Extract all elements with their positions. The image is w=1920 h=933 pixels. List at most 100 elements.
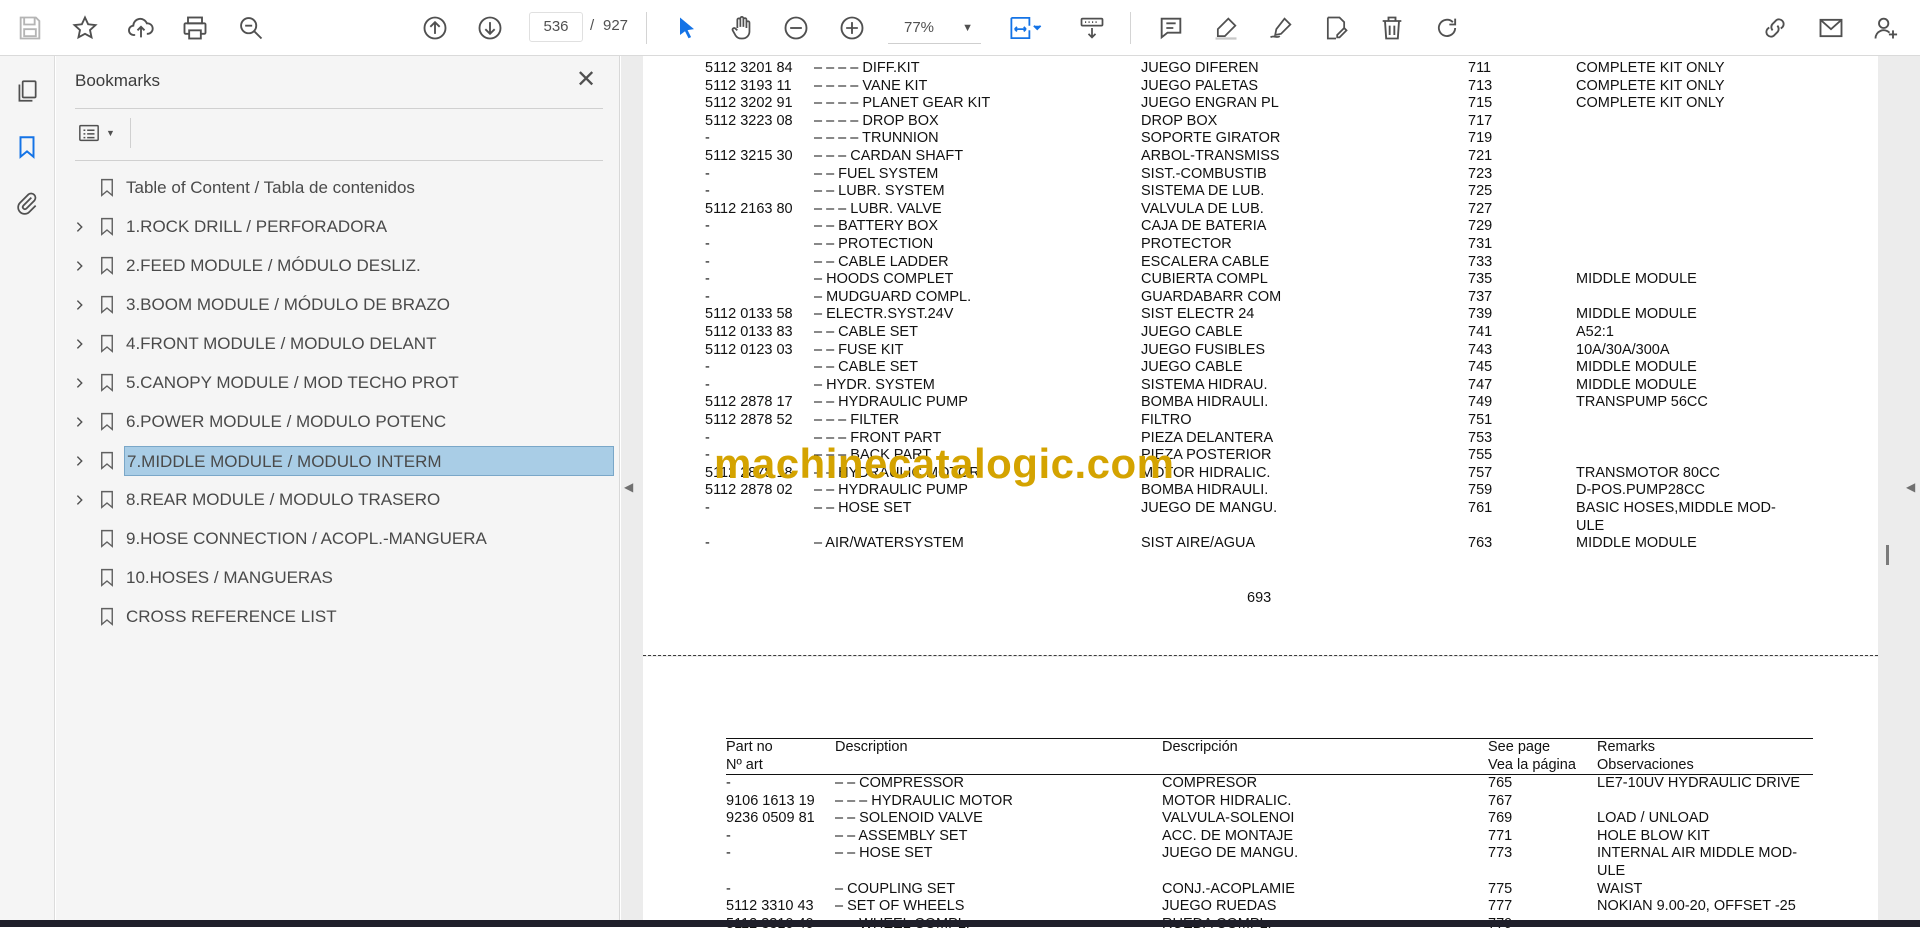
cell-desc: – HOODS COMPLET bbox=[814, 271, 954, 288]
cell-descr-es: SIST.-COMBUSTIB bbox=[1141, 165, 1267, 182]
chevron-right-icon[interactable] bbox=[72, 492, 88, 508]
collapse-left-panel-icon[interactable]: ◀ bbox=[624, 480, 633, 494]
bookmark-item[interactable]: 5.CANOPY MODULE / MOD TECHO PROT bbox=[56, 363, 620, 402]
chevron-right-icon[interactable] bbox=[72, 414, 88, 430]
bookmark-item[interactable]: 3.BOOM MODULE / MÓDULO DE BRAZO bbox=[56, 285, 620, 324]
zoom-level-select[interactable]: 77% ▼ bbox=[888, 12, 981, 44]
chevron-right-icon[interactable] bbox=[72, 375, 88, 391]
save-icon[interactable] bbox=[12, 10, 48, 46]
chevron-right-icon[interactable] bbox=[72, 219, 88, 235]
bookmark-options-button[interactable]: ▼ bbox=[76, 118, 124, 148]
cell-descr-es: BOMBA HIDRAULI. bbox=[1141, 394, 1269, 411]
cell-part: 5112 3223 08 bbox=[705, 112, 793, 129]
comment-icon[interactable] bbox=[1153, 10, 1189, 46]
table-row: 5112 2163 80 – – – LUBR. VALVE VALVULA DE … bbox=[643, 201, 1878, 218]
table-row: - – HYDR. SYSTEM SISTEMA HIDRAU. 747 MIDDLE … bbox=[643, 377, 1878, 394]
zoom-in-icon[interactable] bbox=[834, 10, 870, 46]
cell-descr-es: JUEGO CABLE bbox=[1141, 324, 1243, 340]
find-zoom-icon[interactable] bbox=[233, 10, 269, 46]
cell-descr-es: SISTEMA DE LUB. bbox=[1141, 183, 1265, 200]
cell-part: 5112 3202 91 bbox=[705, 95, 793, 112]
highlight-pen-icon[interactable] bbox=[1208, 10, 1244, 46]
bookmark-panel-icon[interactable] bbox=[10, 130, 44, 164]
vertical-scrollbar-thumb[interactable] bbox=[1886, 545, 1889, 565]
table-row: - – – – – TRUNNION SOPORTE GIRATOR 719 bbox=[643, 130, 1878, 147]
table-row: 5112 2878 52 – – – FILTER FILTRO 751 bbox=[643, 412, 1878, 429]
select-cursor-icon[interactable] bbox=[669, 10, 705, 46]
chevron-right-icon[interactable] bbox=[72, 297, 88, 313]
bookmark-icon bbox=[97, 333, 117, 355]
cell-remark: INTERNAL AIR MIDDLE MOD- bbox=[1597, 845, 1798, 862]
share-link-icon[interactable] bbox=[1757, 10, 1793, 46]
bookmark-icon bbox=[97, 489, 117, 511]
bookmark-item[interactable]: 9.HOSE CONNECTION / ACOPL.-MANGUERA bbox=[56, 519, 620, 558]
cell-page: 713 bbox=[1468, 77, 1493, 94]
next-page-icon[interactable] bbox=[472, 10, 508, 46]
cell-descr-es: PROTECTOR bbox=[1141, 236, 1232, 252]
bookmark-item[interactable]: 6.POWER MODULE / MODULO POTENC bbox=[56, 402, 620, 441]
cell-part: - bbox=[705, 535, 710, 552]
prev-page-icon[interactable] bbox=[417, 10, 453, 46]
cell-page: 755 bbox=[1468, 447, 1493, 464]
bookmark-label: 3.BOOM MODULE / MÓDULO DE BRAZO bbox=[126, 294, 450, 314]
bookmark-item[interactable]: 8.REAR MODULE / MODULO TRASERO bbox=[56, 480, 620, 519]
table-row: 5112 2878 17 – – HYDRAULIC PUMP BOMBA HIDR… bbox=[643, 394, 1878, 411]
page-fit-icon[interactable] bbox=[1002, 10, 1050, 46]
bookmark-icon bbox=[97, 411, 117, 433]
zoom-out-icon[interactable] bbox=[778, 10, 814, 46]
add-user-icon[interactable] bbox=[1868, 10, 1904, 46]
cell-remark: COMPLETE KIT ONLY bbox=[1576, 95, 1725, 112]
table-row: - – – HOSE SET JUEGO DE MANGU. 761 BASIC HOS… bbox=[643, 500, 1878, 517]
table-row: 5112 0133 83 – – CABLE SET JUEGO CABLE 741 A… bbox=[643, 324, 1878, 341]
cell-remark: D-POS.PUMP28CC bbox=[1576, 482, 1705, 499]
cell-part: - bbox=[705, 218, 710, 235]
cell-descr-es: ARBOL-TRANSMISS bbox=[1141, 148, 1280, 164]
main-toolbar: 536 / 927 77% ▼ bbox=[0, 0, 1920, 56]
scroll-mode-icon[interactable] bbox=[1074, 10, 1110, 46]
cell-page: 721 bbox=[1468, 148, 1493, 164]
cell-remark: LE7-10UV HYDRAULIC DRIVE bbox=[1597, 775, 1801, 791]
bookmark-item[interactable]: CROSS REFERENCE LIST bbox=[56, 597, 620, 636]
table-row: 5112 3223 08 – – – – DROP BOX DROP BOX 717 bbox=[643, 113, 1878, 130]
email-icon[interactable] bbox=[1813, 10, 1849, 46]
table-header-cell: See page bbox=[1488, 739, 1551, 755]
table-row: - – MUDGUARD COMPL. GUARDABARR COM 737 bbox=[643, 289, 1878, 306]
bookmark-item[interactable]: 1.ROCK DRILL / PERFORADORA bbox=[56, 207, 620, 246]
cell-descr-es: ACC. DE MONTAJE bbox=[1162, 827, 1294, 844]
attachment-icon[interactable] bbox=[10, 186, 44, 220]
cell-descr-es: CUBIERTA COMPL bbox=[1141, 271, 1268, 288]
chevron-right-icon[interactable] bbox=[72, 336, 88, 352]
star-icon[interactable] bbox=[67, 10, 103, 46]
collapse-right-panel-icon[interactable]: ◀ bbox=[1906, 480, 1915, 494]
cell-desc: – – SOLENOID VALVE bbox=[835, 810, 983, 827]
trash-icon[interactable] bbox=[1374, 10, 1410, 46]
pages-thumbnails-icon[interactable] bbox=[10, 74, 44, 108]
cell-desc: – MUDGUARD COMPL. bbox=[814, 288, 972, 305]
cell-descr-es: GUARDABARR COM bbox=[1141, 288, 1282, 305]
cell-desc: – COUPLING SET bbox=[835, 880, 956, 897]
table-row: 9106 1613 19 – – – HYDRAULIC MOTOR MOTOR H… bbox=[643, 793, 1878, 810]
table-header-cell: Descripción bbox=[1162, 739, 1238, 755]
draw-pen-icon[interactable] bbox=[1263, 10, 1299, 46]
chevron-right-icon[interactable] bbox=[72, 453, 88, 469]
bookmark-item[interactable]: 7.MIDDLE MODULE / MODULO INTERM bbox=[56, 441, 620, 480]
close-icon[interactable]: ✕ bbox=[574, 68, 598, 92]
cell-desc: – HYDR. SYSTEM bbox=[814, 376, 935, 393]
bookmark-item[interactable]: Table of Content / Tabla de contenidos bbox=[56, 168, 620, 207]
bookmark-item[interactable]: 10.HOSES / MANGUERAS bbox=[56, 558, 620, 597]
cell-descr-es: SISTEMA HIDRAU. bbox=[1141, 376, 1268, 393]
bookmark-item[interactable]: 4.FRONT MODULE / MODULO DELANT bbox=[56, 324, 620, 363]
cell-page: 737 bbox=[1468, 288, 1493, 305]
bookmark-item[interactable]: 2.FEED MODULE / MÓDULO DESLIZ. bbox=[56, 246, 620, 285]
page-number-input[interactable]: 536 bbox=[529, 12, 583, 42]
hand-tool-icon[interactable] bbox=[724, 10, 760, 46]
table-row: - – – COMPRESSOR COMPRESOR 765 LE7-10UV HYDR… bbox=[643, 775, 1878, 792]
upload-cloud-icon[interactable] bbox=[123, 10, 159, 46]
redo-icon[interactable] bbox=[1429, 10, 1465, 46]
table-row: ULE bbox=[643, 518, 1878, 535]
print-icon[interactable] bbox=[177, 10, 213, 46]
bookmark-label: 7.MIDDLE MODULE / MODULO INTERM bbox=[124, 445, 614, 476]
edit-sign-icon[interactable] bbox=[1318, 10, 1354, 46]
chevron-right-icon[interactable] bbox=[72, 258, 88, 274]
cell-page: 763 bbox=[1468, 535, 1493, 552]
